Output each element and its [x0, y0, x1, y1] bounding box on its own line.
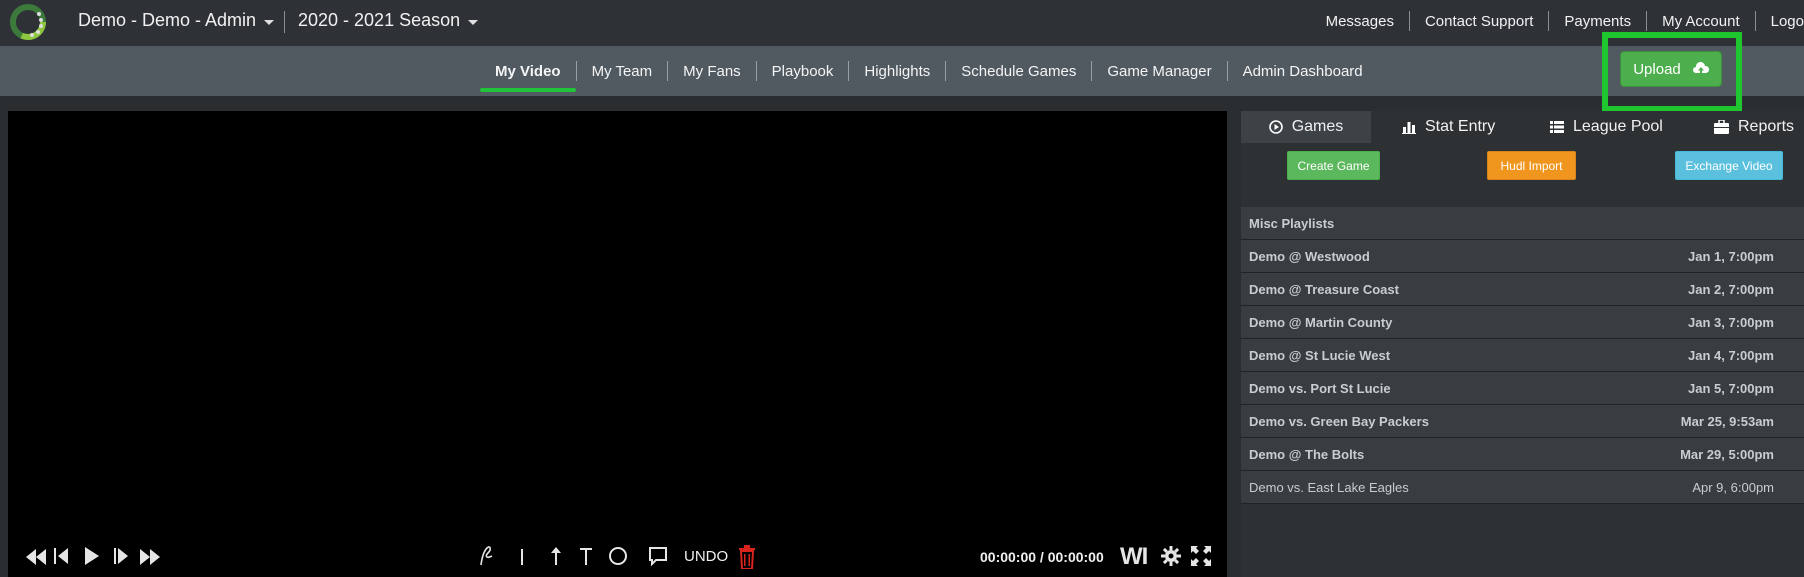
tab-reports[interactable]: Reports	[1714, 111, 1794, 143]
main-nav: My Video My Team My Fans Playbook Highli…	[0, 46, 1804, 96]
panel-tabs: Games Stat Entry League Pool Reports	[1241, 111, 1804, 143]
team-selector[interactable]: Demo - Demo - Admin	[78, 10, 275, 31]
payments-link[interactable]: Payments	[1549, 13, 1646, 30]
exchange-video-button[interactable]: Exchange Video	[1675, 151, 1783, 180]
tab-games[interactable]: Games	[1241, 111, 1371, 143]
list-icon	[1550, 121, 1564, 133]
team-selector-label: Demo - Demo - Admin	[78, 10, 257, 30]
step-forward-icon[interactable]	[114, 548, 130, 564]
tab-league-pool-label: League Pool	[1573, 118, 1663, 135]
app-logo-icon[interactable]	[10, 4, 46, 40]
upload-button[interactable]: Upload	[1620, 51, 1722, 87]
my-account-link[interactable]: My Account	[1647, 13, 1755, 30]
top-bar: Demo - Demo - Admin 2020 - 2021 Season M…	[0, 0, 1804, 46]
game-date: Jan 3, 7:00pm	[1688, 315, 1774, 330]
nav-my-video[interactable]: My Video	[480, 46, 576, 96]
divider	[284, 11, 285, 33]
season-selector[interactable]: 2020 - 2021 Season	[298, 10, 479, 31]
game-date: Mar 25, 9:53am	[1680, 414, 1774, 429]
timecode-display: 00:00:00 / 00:00:00	[980, 549, 1104, 565]
game-name: Demo vs. Port St Lucie	[1249, 381, 1391, 396]
game-name: Demo @ St Lucie West	[1249, 348, 1391, 363]
cloud-upload-icon	[1692, 62, 1709, 75]
chevron-down-icon	[264, 19, 275, 25]
messages-link[interactable]: Messages	[1311, 13, 1409, 30]
game-list: Misc Playlists Demo @ Westwood Jan 1, 7:…	[1241, 207, 1804, 504]
game-row[interactable]: Demo @ St Lucie West Jan 4, 7:00pm	[1241, 339, 1804, 372]
game-date: Jan 4, 7:00pm	[1688, 348, 1774, 363]
tab-games-label: Games	[1291, 118, 1344, 135]
nav-my-fans[interactable]: My Fans	[668, 46, 756, 96]
game-row[interactable]: Demo @ The Bolts Mar 29, 5:00pm	[1241, 438, 1804, 471]
tab-stat-entry-label: Stat Entry	[1425, 118, 1496, 135]
play-circle-icon	[1268, 120, 1283, 134]
fast-forward-icon[interactable]	[140, 549, 160, 565]
nav-schedule-games[interactable]: Schedule Games	[946, 46, 1091, 96]
game-row[interactable]: Demo vs. East Lake Eagles Apr 9, 6:00pm	[1241, 471, 1804, 504]
tab-league-pool[interactable]: League Pool	[1550, 111, 1663, 143]
gear-icon[interactable]	[1161, 546, 1181, 566]
game-name: Demo @ The Bolts	[1249, 447, 1365, 462]
create-game-button[interactable]: Create Game	[1287, 151, 1380, 180]
contact-support-link[interactable]: Contact Support	[1410, 13, 1548, 30]
games-panel: Games Stat Entry League Pool Reports Cre…	[1241, 111, 1804, 577]
tab-stat-entry[interactable]: Stat Entry	[1402, 111, 1495, 143]
player-controls: UNDO 00:00:00 / 00:00:00 WI	[8, 533, 1227, 577]
game-name: Demo @ Martin County	[1249, 315, 1393, 330]
arrow-tool-icon[interactable]	[550, 547, 562, 565]
game-name: Demo @ Westwood	[1249, 249, 1370, 264]
game-row[interactable]: Demo vs. Port St Lucie Jan 5, 7:00pm	[1241, 372, 1804, 405]
briefcase-icon	[1714, 120, 1729, 134]
nav-game-manager[interactable]: Game Manager	[1092, 46, 1226, 96]
bar-chart-icon	[1402, 122, 1416, 134]
play-icon[interactable]	[84, 547, 100, 565]
fullscreen-icon[interactable]	[1191, 546, 1211, 566]
game-row[interactable]: Demo @ Treasure Coast Jan 2, 7:00pm	[1241, 273, 1804, 306]
season-selector-label: 2020 - 2021 Season	[298, 10, 461, 30]
nav-my-team[interactable]: My Team	[577, 46, 668, 96]
wi-button[interactable]: WI	[1120, 543, 1148, 571]
chevron-down-icon	[468, 19, 479, 25]
comment-icon[interactable]	[648, 546, 668, 566]
game-date: Mar 29, 5:00pm	[1680, 447, 1774, 462]
t-block-tool-icon[interactable]	[580, 547, 592, 565]
game-row[interactable]: Demo vs. Green Bay Packers Mar 25, 9:53a…	[1241, 405, 1804, 438]
game-date: Jan 1, 7:00pm	[1688, 249, 1774, 264]
video-player[interactable]: UNDO 00:00:00 / 00:00:00 WI	[8, 111, 1227, 577]
misc-playlists-row[interactable]: Misc Playlists	[1241, 207, 1804, 240]
game-date: Jan 5, 7:00pm	[1688, 381, 1774, 396]
game-date: Apr 9, 6:00pm	[1692, 480, 1774, 495]
game-row[interactable]: Demo @ Martin County Jan 3, 7:00pm	[1241, 306, 1804, 339]
nav-playbook[interactable]: Playbook	[757, 46, 849, 96]
freehand-draw-icon[interactable]	[478, 545, 496, 567]
upload-button-label: Upload	[1633, 60, 1681, 78]
hudl-import-button[interactable]: Hudl Import	[1487, 151, 1576, 180]
nav-highlights[interactable]: Highlights	[849, 46, 945, 96]
list-item-name: Misc Playlists	[1249, 216, 1335, 231]
game-name: Demo vs. Green Bay Packers	[1249, 414, 1429, 429]
tab-reports-label: Reports	[1738, 118, 1795, 135]
step-back-icon[interactable]	[54, 548, 70, 564]
nav-admin-dashboard[interactable]: Admin Dashboard	[1228, 46, 1378, 96]
line-tool-icon[interactable]	[520, 549, 524, 565]
circle-tool-icon[interactable]	[608, 546, 628, 566]
game-date: Jan 2, 7:00pm	[1688, 282, 1774, 297]
game-row[interactable]: Demo @ Westwood Jan 1, 7:00pm	[1241, 240, 1804, 273]
logout-link[interactable]: Logo	[1756, 13, 1804, 30]
game-name: Demo vs. East Lake Eagles	[1249, 480, 1409, 495]
trash-icon[interactable]	[738, 545, 756, 569]
game-name: Demo @ Treasure Coast	[1249, 282, 1399, 297]
rewind-icon[interactable]	[26, 549, 46, 565]
undo-button[interactable]: UNDO	[684, 548, 728, 565]
